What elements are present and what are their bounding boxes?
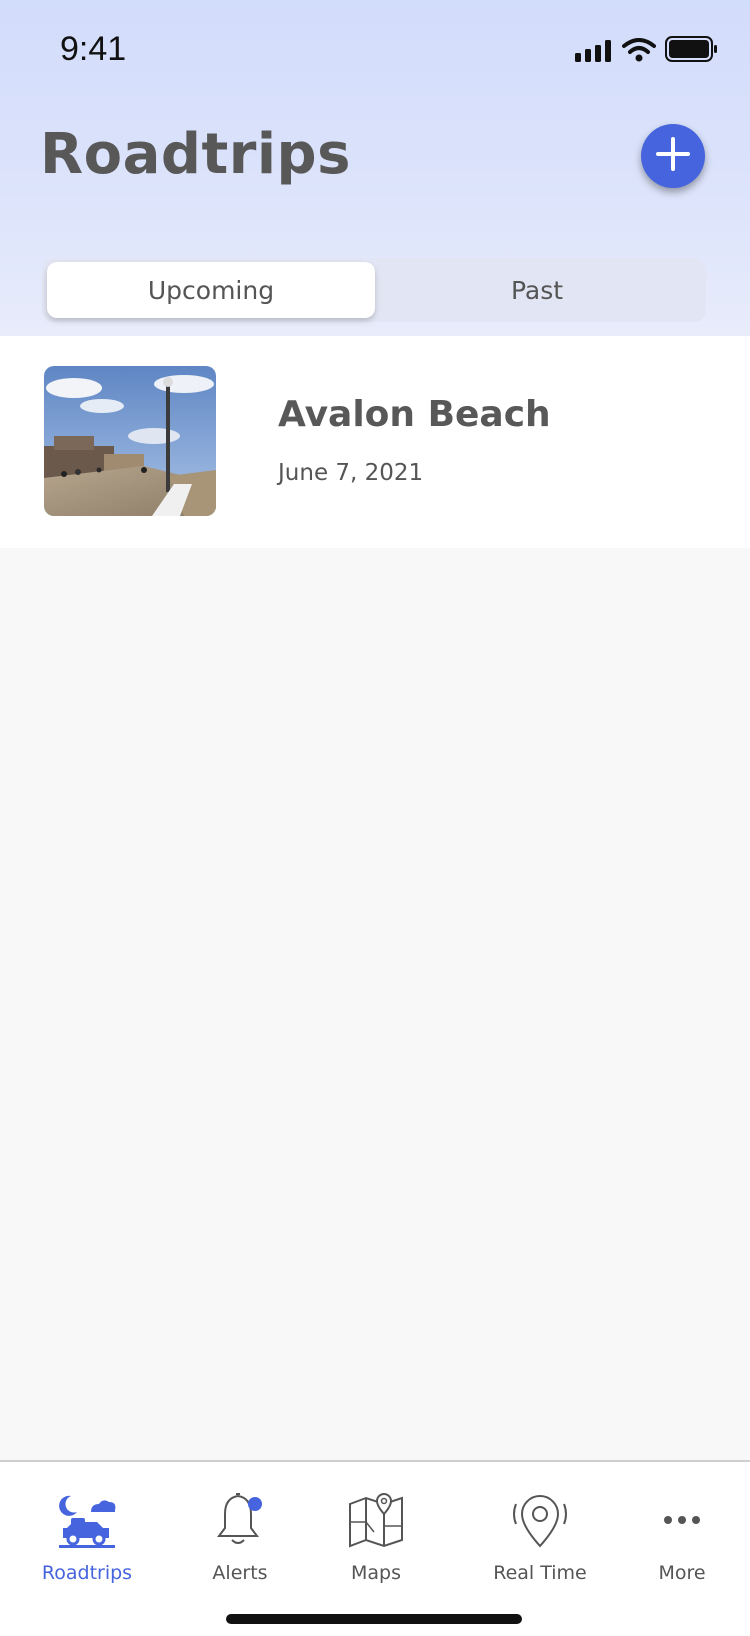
- more-dots-icon: [662, 1492, 702, 1552]
- page-title: Roadtrips: [40, 122, 351, 187]
- header: 9:41 Roadtrips Upcoming Past: [0, 0, 750, 336]
- car-night-icon: [57, 1492, 117, 1552]
- trip-date: June 7, 2021: [278, 460, 424, 486]
- status-time: 9:41: [60, 30, 127, 68]
- tab-more[interactable]: More: [632, 1462, 732, 1602]
- add-trip-button[interactable]: [641, 124, 705, 188]
- location-pin-icon: [510, 1492, 570, 1552]
- home-indicator: [226, 1614, 522, 1624]
- plus-icon: [655, 136, 691, 176]
- tab-alerts[interactable]: Alerts: [190, 1462, 290, 1602]
- bell-icon: [215, 1492, 265, 1552]
- tab-real-time[interactable]: Real Time: [480, 1462, 600, 1602]
- tab-label: Real Time: [493, 1562, 587, 1584]
- signal-icon: [575, 40, 613, 66]
- tab-past[interactable]: Past: [373, 262, 701, 318]
- wifi-icon: [622, 38, 656, 66]
- map-icon: [348, 1492, 404, 1552]
- tab-bar: Roadtrips Alerts Maps Real Time More: [0, 1460, 750, 1636]
- tab-label: Maps: [351, 1562, 401, 1584]
- tab-upcoming[interactable]: Upcoming: [47, 262, 375, 318]
- tab-label: Alerts: [212, 1562, 268, 1584]
- battery-icon: [665, 36, 719, 66]
- status-bar: 9:41: [0, 0, 750, 100]
- tab-roadtrips[interactable]: Roadtrips: [20, 1462, 154, 1602]
- trip-thumbnail: [44, 366, 216, 516]
- tab-label: Roadtrips: [41, 1562, 133, 1584]
- segmented-control: Upcoming Past: [42, 258, 706, 322]
- trip-name: Avalon Beach: [278, 394, 551, 435]
- tab-label: More: [658, 1562, 706, 1584]
- trip-list: Avalon Beach June 7, 2021: [0, 336, 750, 548]
- tab-maps[interactable]: Maps: [326, 1462, 426, 1602]
